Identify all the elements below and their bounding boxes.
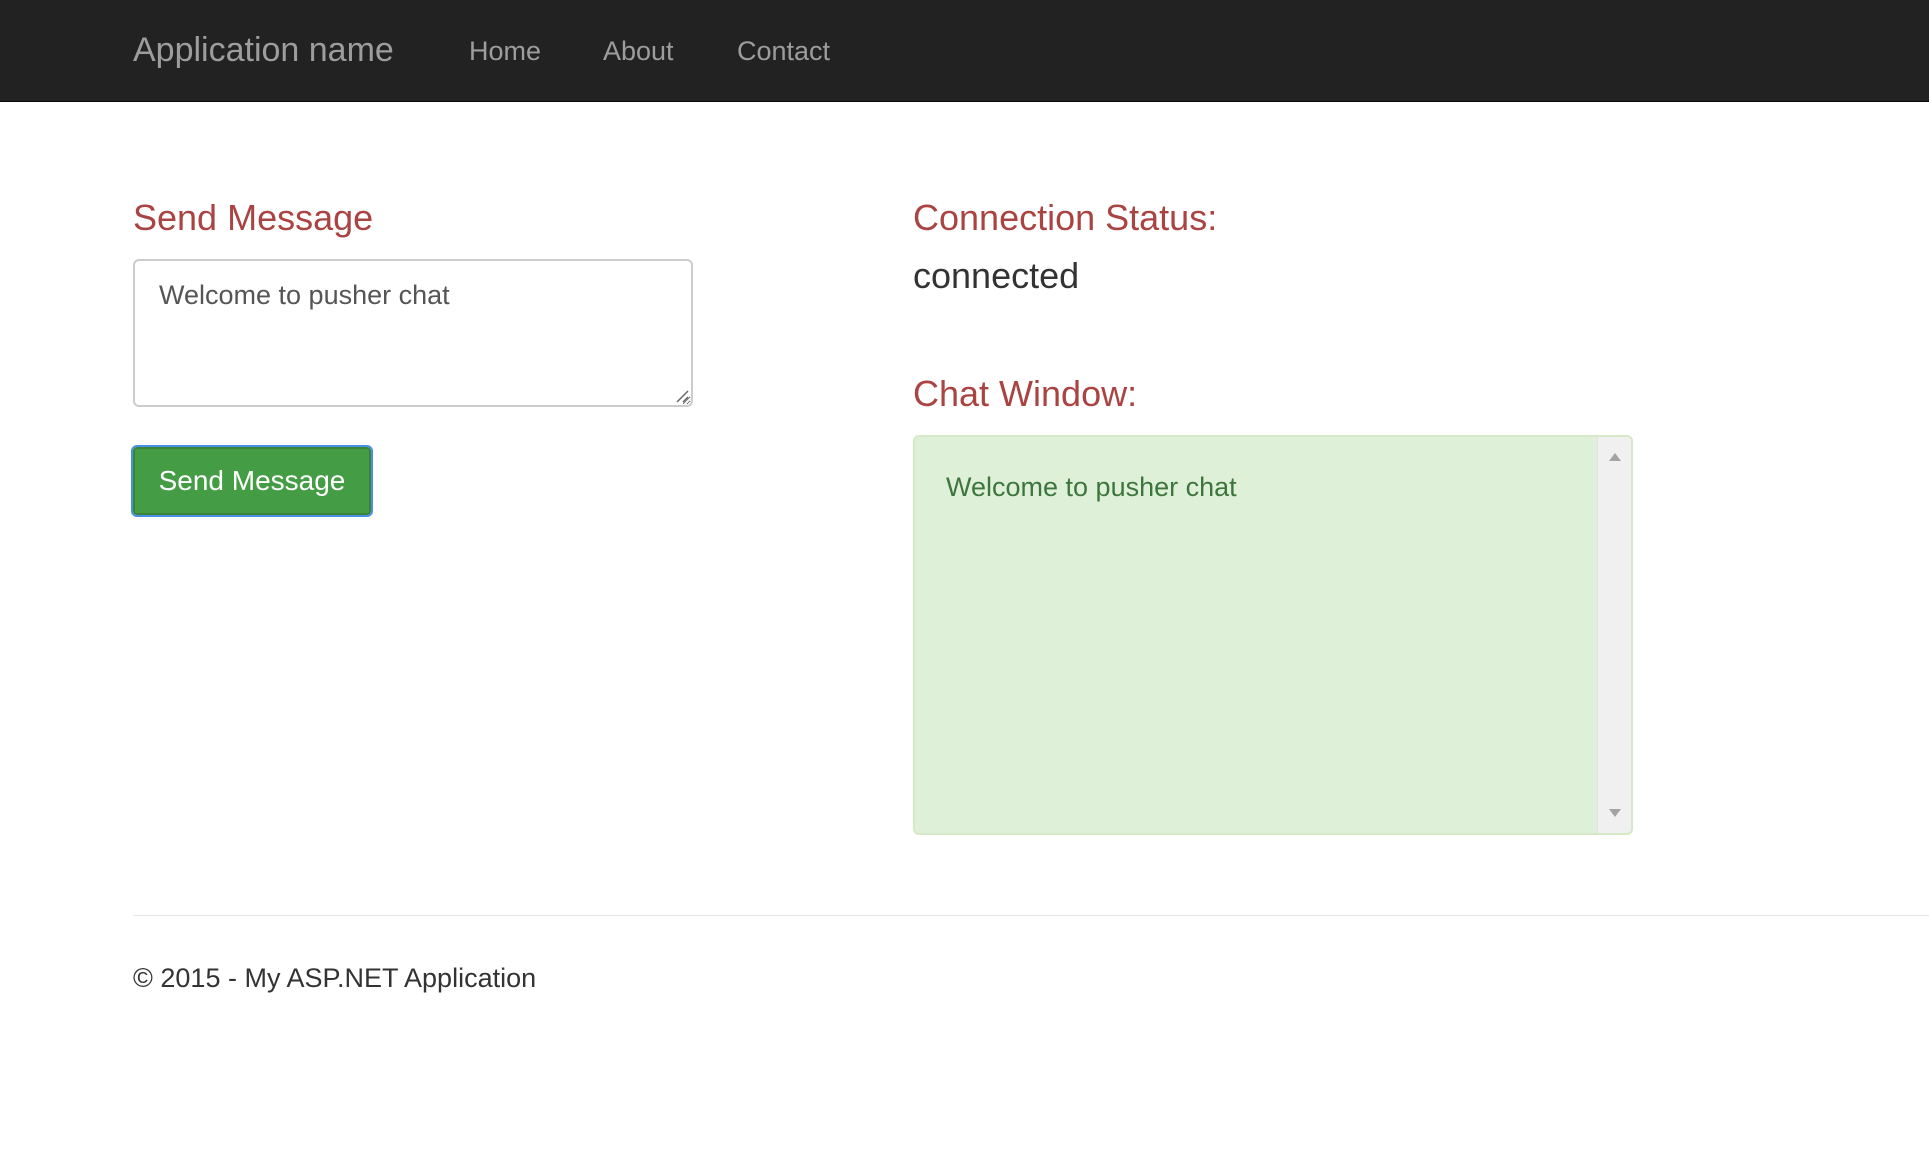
nav-link-contact[interactable]: Contact (737, 33, 830, 69)
top-navbar: Application name Home About Contact (0, 0, 1929, 102)
nav-link-home[interactable]: Home (469, 33, 541, 69)
message-input[interactable] (133, 259, 693, 407)
chat-message: Welcome to pusher chat (946, 472, 1237, 502)
send-message-heading: Send Message (133, 197, 374, 238)
brand-link[interactable]: Application name (133, 28, 394, 72)
connection-status-heading: Connection Status: (913, 197, 1218, 238)
footer-copyright: © 2015 - My ASP.NET Application (133, 963, 537, 993)
connection-status-value: connected (913, 255, 1080, 296)
chat-window[interactable]: Welcome to pusher chat (913, 435, 1633, 835)
scroll-down-arrow-icon[interactable] (1609, 809, 1621, 817)
footer-divider (133, 915, 1929, 916)
nav-link-about[interactable]: About (603, 33, 674, 69)
chat-window-heading: Chat Window: (913, 373, 1138, 414)
scroll-up-arrow-icon[interactable] (1609, 453, 1621, 461)
send-message-button[interactable]: Send Message (131, 445, 373, 517)
chat-scrollbar[interactable] (1597, 437, 1631, 833)
